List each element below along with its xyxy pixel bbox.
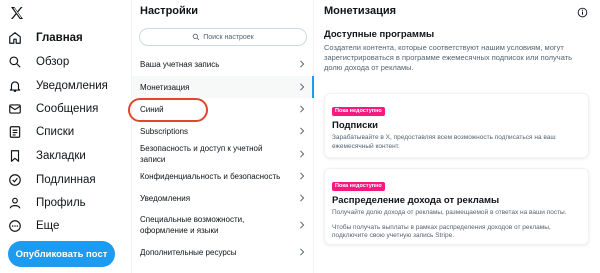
- more-icon: [8, 219, 22, 233]
- chevron-right-icon: [299, 150, 305, 158]
- settings-item-security[interactable]: Безопасность и доступ к учетной записи: [132, 143, 314, 165]
- monetization-panel: Монетизация Доступные программы Создател…: [314, 0, 600, 273]
- bookmark-icon: [8, 149, 22, 163]
- subscriptions-card[interactable]: Пока недоступно Подписки Зарабатывайте в…: [324, 93, 589, 158]
- chevron-right-icon: [299, 83, 305, 91]
- chevron-right-icon: [299, 127, 305, 135]
- list-icon: [8, 125, 22, 139]
- settings-item-subscriptions[interactable]: Subscriptions: [132, 120, 314, 142]
- settings-item-label: Ваша учетная запись: [140, 59, 220, 69]
- nav-item-label: Сообщения: [36, 103, 99, 115]
- settings-item-privacy[interactable]: Конфиденциальность и безопасность: [132, 165, 314, 187]
- nav-item-lists[interactable]: Списки: [8, 122, 74, 142]
- highlight-annotation: [128, 98, 208, 122]
- nav-item-explore[interactable]: Обзор: [8, 52, 69, 72]
- settings-item-label: Уведомления: [140, 193, 191, 203]
- nav-item-label: Главная: [36, 32, 83, 44]
- nav-item-label: Подлинная: [36, 174, 96, 186]
- settings-item-label: Конфиденциальность и безопасность: [140, 171, 281, 181]
- card-title: Распределение дохода от рекламы: [332, 195, 500, 206]
- programs-intro: Создатели контента, которые соответствую…: [324, 43, 573, 72]
- verified-icon: [8, 173, 22, 187]
- settings-search-input[interactable]: Поиск настроек: [139, 28, 307, 46]
- search-placeholder: Поиск настроек: [203, 33, 254, 41]
- card-description: Получайте долю дохода от рекламы, размещ…: [332, 209, 567, 216]
- card-title: Подписки: [332, 120, 378, 131]
- settings-item-label: Дополнительные ресурсы: [140, 247, 237, 257]
- settings-item-label: Subscriptions: [140, 126, 189, 136]
- panel-title: Монетизация: [324, 5, 397, 17]
- settings-title: Настройки: [140, 5, 199, 17]
- nav-item-label: Обзор: [36, 56, 70, 68]
- nav-item-notifications[interactable]: Уведомления: [8, 76, 108, 96]
- chevron-right-icon: [299, 105, 305, 113]
- settings-item-accessibility[interactable]: Специальные возможности, оформление и яз…: [132, 210, 314, 240]
- card-description-extra: Чтобы получать выплаты в рамках распреде…: [332, 223, 551, 240]
- search-icon: [8, 55, 22, 69]
- settings-item-account[interactable]: Ваша учетная запись: [132, 53, 314, 75]
- settings-item-monetization[interactable]: Монетизация: [132, 76, 314, 98]
- mail-icon: [8, 102, 22, 116]
- settings-item-label: Безопасность и доступ к учетной записи: [140, 144, 263, 164]
- nav-item-more[interactable]: Еще: [8, 216, 59, 236]
- status-badge: Пока недоступно: [332, 182, 385, 191]
- chevron-right-icon: [299, 60, 305, 68]
- nav-item-bookmarks[interactable]: Закладки: [8, 146, 86, 166]
- nav-item-verified[interactable]: Подлинная: [8, 170, 96, 190]
- nav-item-label: Закладки: [36, 150, 86, 162]
- nav-item-label: Списки: [36, 126, 75, 138]
- home-icon: [8, 31, 22, 45]
- chevron-right-icon: [299, 172, 305, 180]
- x-logo-icon[interactable]: [9, 5, 25, 21]
- nav-item-messages[interactable]: Сообщения: [8, 99, 98, 119]
- post-button[interactable]: Опубликовать пост: [8, 241, 115, 267]
- chevron-right-icon: [299, 221, 305, 229]
- settings-item-label: Специальные возможности, оформление и яз…: [140, 215, 245, 235]
- status-badge: Пока недоступно: [332, 107, 385, 116]
- nav-item-label: Еще: [36, 220, 60, 232]
- info-icon[interactable]: [577, 5, 588, 18]
- nav-item-profile[interactable]: Профиль: [8, 193, 86, 213]
- settings-item-label: Монетизация: [140, 82, 190, 92]
- settings-column: Настройки Поиск настроек Ваша учетная за…: [131, 0, 314, 273]
- card-description: Зарабатывайте в X, предоставляя всем воз…: [332, 134, 556, 150]
- settings-item-notifications[interactable]: Уведомления: [132, 187, 314, 209]
- chevron-right-icon: [299, 194, 305, 202]
- bell-icon: [8, 79, 22, 93]
- profile-icon: [8, 196, 22, 210]
- nav-item-home[interactable]: Главная: [8, 28, 83, 48]
- search-icon: [192, 33, 200, 41]
- ad-revenue-card[interactable]: Пока недоступно Распределение дохода от …: [324, 168, 589, 245]
- settings-item-resources[interactable]: Дополнительные ресурсы: [132, 241, 314, 263]
- nav-item-label: Уведомления: [36, 80, 108, 92]
- chevron-right-icon: [299, 248, 305, 256]
- nav-item-label: Профиль: [36, 197, 86, 209]
- primary-nav: Главная Обзор Уведомления Сообщения Спис…: [0, 0, 131, 273]
- programs-heading: Доступные программы: [324, 29, 435, 40]
